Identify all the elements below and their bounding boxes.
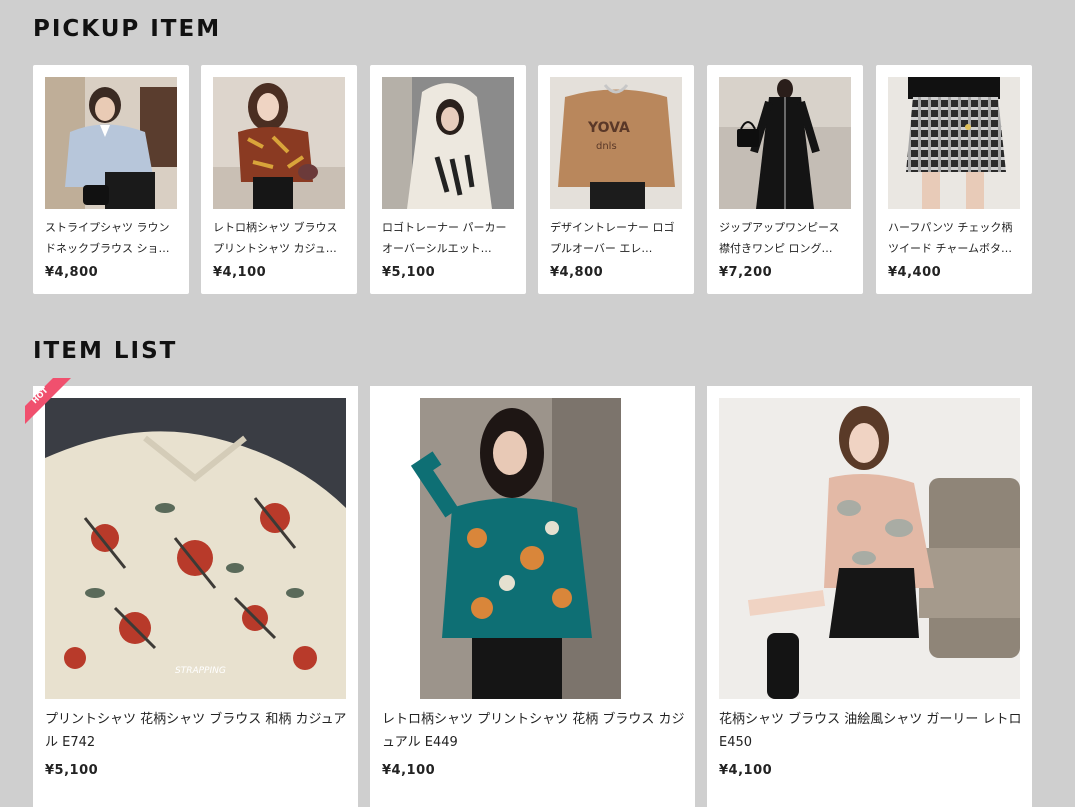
svg-text:YOVA: YOVA: [587, 120, 630, 136]
pickup-card[interactable]: YOVA dnls デザイントレーナー ロゴプルオーバー エレ… ¥4,800: [538, 65, 694, 294]
pickup-section-title: PICKUP ITEM: [33, 16, 222, 42]
product-name[interactable]: ストライプシャツ ラウンドネックブラウス ショ…: [45, 217, 177, 259]
svg-text:STRAPPING: STRAPPING: [175, 666, 226, 676]
product-name[interactable]: レトロ柄シャツ ブラウス プリントシャツ カジュ…: [213, 217, 345, 259]
product-price: ¥4,100: [382, 763, 436, 778]
item-list-section-title: ITEM LIST: [33, 338, 178, 364]
product-name[interactable]: ハーフパンツ チェック柄 ツイード チャームボタ…: [888, 217, 1020, 259]
product-price: ¥7,200: [719, 265, 773, 280]
product-price: ¥4,100: [719, 763, 773, 778]
product-price: ¥4,100: [213, 265, 267, 280]
product-image-logo-hoodie[interactable]: [382, 77, 514, 209]
item-card[interactable]: STRAPPING HOT プリントシャツ 花柄シャツ ブラウス 和柄 カジュア…: [25, 378, 358, 807]
product-price: ¥4,400: [888, 265, 942, 280]
product-image-retro-print-shirt[interactable]: [382, 398, 683, 699]
product-name[interactable]: ジップアップワンピース 襟付きワンピ ロング…: [719, 217, 851, 259]
pickup-card[interactable]: ストライプシャツ ラウンドネックブラウス ショ… ¥4,800: [33, 65, 189, 294]
product-image-design-sweatshirt[interactable]: YOVA dnls: [550, 77, 682, 209]
product-image-floral-shirt[interactable]: STRAPPING: [45, 398, 346, 699]
product-price: ¥4,800: [550, 265, 604, 280]
product-name[interactable]: レトロ柄シャツ プリントシャツ 花柄 ブラウス カジュアル E449: [382, 708, 685, 754]
product-name[interactable]: プリントシャツ 花柄シャツ ブラウス 和柄 カジュアル E742: [45, 708, 348, 754]
hot-badge: HOT: [25, 378, 71, 424]
product-name[interactable]: デザイントレーナー ロゴプルオーバー エレ…: [550, 217, 682, 259]
svg-text:dnls: dnls: [596, 141, 617, 152]
product-image-retro-shirt[interactable]: [213, 77, 345, 209]
product-name[interactable]: 花柄シャツ ブラウス 油絵風シャツ ガーリー レトロ E450: [719, 708, 1022, 754]
item-card[interactable]: レトロ柄シャツ プリントシャツ 花柄 ブラウス カジュアル E449 ¥4,10…: [370, 386, 695, 807]
item-list: STRAPPING HOT プリントシャツ 花柄シャツ ブラウス 和柄 カジュア…: [25, 378, 1033, 807]
product-price: ¥5,100: [45, 763, 99, 778]
pickup-card[interactable]: ロゴトレーナー パーカー オーバーシルエット… ¥5,100: [370, 65, 526, 294]
pickup-card[interactable]: ジップアップワンピース 襟付きワンピ ロング… ¥7,200: [707, 65, 863, 294]
product-image-check-shorts[interactable]: [888, 77, 1020, 209]
item-card[interactable]: 花柄シャツ ブラウス 油絵風シャツ ガーリー レトロ E450 ¥4,100: [707, 386, 1032, 807]
product-name[interactable]: ロゴトレーナー パーカー オーバーシルエット…: [382, 217, 514, 259]
product-price: ¥4,800: [45, 265, 99, 280]
product-image-striped-shirt[interactable]: [45, 77, 177, 209]
product-price: ¥5,100: [382, 265, 436, 280]
pickup-card[interactable]: レトロ柄シャツ ブラウス プリントシャツ カジュ… ¥4,100: [201, 65, 357, 294]
product-image-oil-paint-shirt[interactable]: [719, 398, 1020, 699]
pickup-list: ストライプシャツ ラウンドネックブラウス ショ… ¥4,800 レトロ柄シャツ …: [33, 65, 1033, 294]
product-image-zip-dress[interactable]: [719, 77, 851, 209]
pickup-card[interactable]: ハーフパンツ チェック柄 ツイード チャームボタ… ¥4,400: [876, 65, 1032, 294]
